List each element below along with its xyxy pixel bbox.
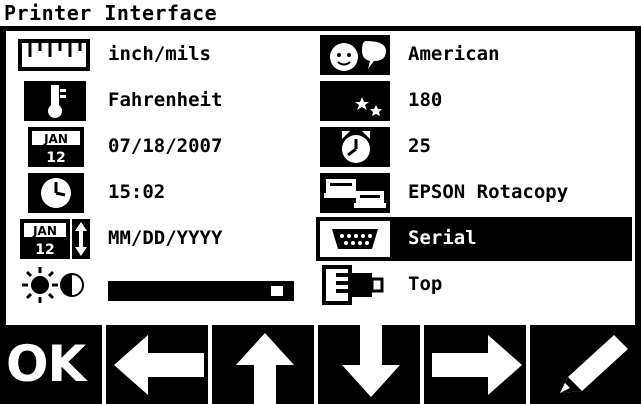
units-value: inch/mils — [108, 43, 211, 65]
plug-connector-icon — [322, 265, 384, 305]
moon-stars-icon — [320, 81, 390, 121]
paper-feed-value: Top — [408, 273, 443, 295]
interface-setting[interactable]: Serial — [316, 217, 632, 261]
clock-icon — [28, 173, 84, 213]
serial-port-icon — [320, 221, 390, 257]
speaking-face-icon — [320, 35, 390, 75]
brightness-slider-knob[interactable] — [269, 285, 284, 297]
sleep-timeout-value: 180 — [408, 89, 443, 111]
units-setting[interactable]: inch/mils — [16, 33, 316, 77]
down-arrow-button[interactable] — [318, 325, 424, 404]
svg-text:JAN: JAN — [43, 132, 68, 146]
date-value: 07/18/2007 — [108, 135, 223, 157]
left-arrow-icon — [114, 335, 204, 395]
language-setting[interactable]: American — [316, 33, 632, 77]
paper-feed-setting[interactable]: Top — [316, 263, 632, 307]
ruler-icon — [18, 39, 90, 71]
date-format-setting[interactable]: JAN 12 MM/DD/YYYY — [16, 217, 316, 261]
interface-value: Serial — [408, 227, 477, 249]
alarm-value: 25 — [408, 135, 431, 157]
right-arrow-icon — [432, 335, 522, 395]
right-arrow-button[interactable] — [424, 325, 530, 404]
printer-model-setting[interactable]: EPSON Rotacopy — [316, 171, 632, 215]
pencil-icon — [560, 335, 628, 393]
thermometer-icon — [24, 81, 86, 121]
printer-copy-icon — [320, 173, 390, 213]
brightness-icon — [22, 265, 84, 305]
brightness-setting[interactable] — [16, 263, 316, 307]
page-title: Printer Interface — [4, 1, 218, 25]
svg-text:12: 12 — [35, 242, 54, 258]
time-value: 15:02 — [108, 181, 166, 203]
printer-screen: Printer Interface inch/mils Fahrenheit J… — [0, 0, 641, 404]
up-arrow-icon — [236, 333, 294, 404]
brightness-slider[interactable] — [108, 281, 294, 301]
sleep-timeout-setting[interactable]: 180 — [316, 79, 632, 123]
svg-text:JAN: JAN — [32, 224, 57, 238]
time-setting[interactable]: 15:02 — [16, 171, 316, 215]
language-value: American — [408, 43, 500, 65]
calendar-sort-icon: JAN 12 — [20, 219, 90, 259]
printer-model-value: EPSON Rotacopy — [408, 181, 569, 203]
temperature-value: Fahrenheit — [108, 89, 223, 111]
svg-text:12: 12 — [46, 150, 65, 166]
temperature-setting[interactable]: Fahrenheit — [16, 79, 316, 123]
date-setting[interactable]: JAN 12 07/18/2007 — [16, 125, 316, 169]
down-arrow-icon — [342, 325, 400, 397]
left-arrow-button[interactable] — [106, 325, 212, 404]
calendar-icon: JAN 12 — [28, 127, 84, 167]
alarm-setting[interactable]: 25 — [316, 125, 632, 169]
ok-button[interactable]: OK — [0, 325, 106, 404]
bottom-toolbar: OK — [0, 325, 641, 404]
up-arrow-button[interactable] — [212, 325, 318, 404]
title-bar: Printer Interface — [0, 0, 641, 31]
date-format-value: MM/DD/YYYY — [108, 227, 223, 249]
ok-label: OK — [6, 335, 86, 393]
settings-panel: inch/mils Fahrenheit JAN 12 07/18/2007 1… — [0, 31, 641, 325]
alarm-clock-icon — [320, 127, 390, 167]
edit-button[interactable] — [530, 325, 641, 404]
